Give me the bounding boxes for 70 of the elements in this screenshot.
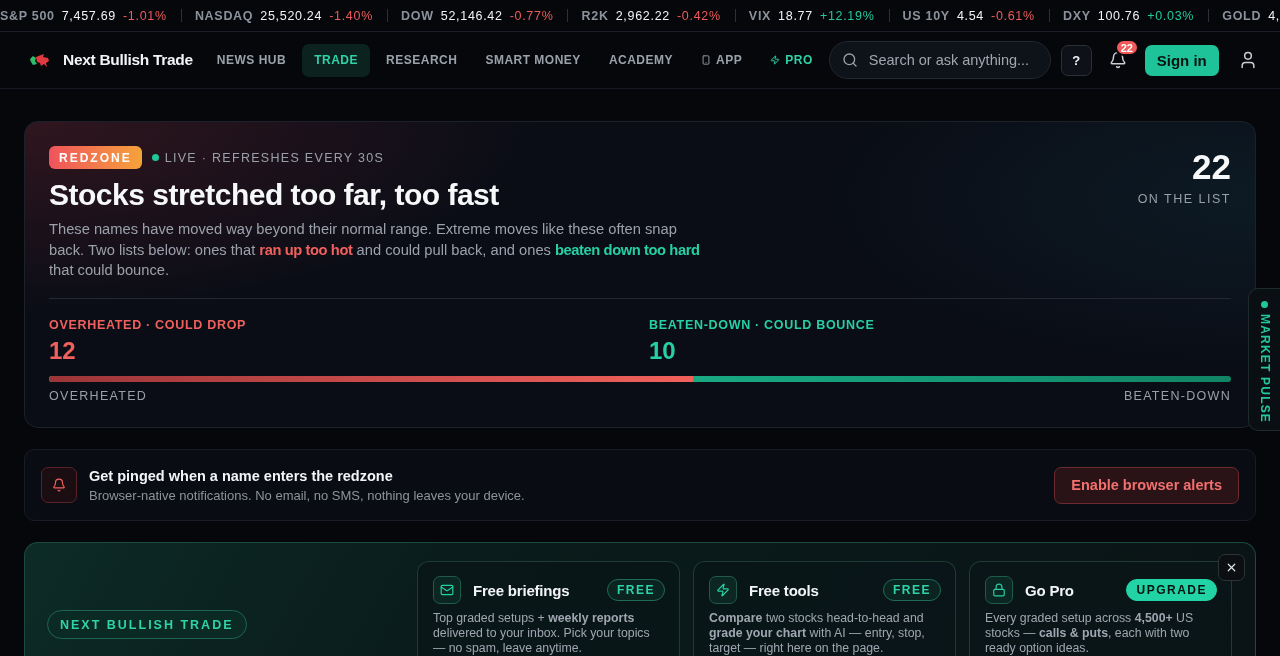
ticker-price: 100.76 [1097,8,1141,23]
alert-title: Get pinged when a name enters the redzone [89,467,394,484]
ticker-change: +12.19% [819,8,875,23]
list-count: 22 [1192,148,1231,186]
nav-link[interactable]: APP [689,43,755,77]
offer-title: Go Pro [1025,581,1074,599]
nav-link[interactable]: RESEARCH [374,43,470,77]
notifications-bell-icon[interactable] [1108,51,1127,69]
nav-link[interactable]: PRO [758,43,825,77]
search-icon [841,52,858,68]
ticker-price: 2,962.22 [615,8,670,23]
enable-alerts-button[interactable]: Enable browser alerts [1054,466,1239,504]
alert-subtitle: Browser-native notifications. No email, no SMS, nothing leaves your device. [89,487,525,503]
ticker-change: -1.01% [123,8,167,23]
ticker-change: +0.03% [1147,8,1195,23]
card-description: These names have moved way beyond their normal range. Extreme moves like these often snap back. Two lists below: ones that ran up too hot and could pull back, and ones beaten down too hard that could bounce. [49,220,701,280]
ticker-price: 4, [1268,8,1280,23]
market-pulse-tab[interactable]: MARKET PULSE [1248,288,1280,431]
bell-icon [41,467,77,503]
ticker-change: -0.77% [509,8,554,23]
ticker-price: 52,146.42 [440,8,503,23]
offer-badge: FREE [607,579,665,601]
ticker-symbol: NASDAQ [194,8,254,23]
close-button[interactable] [1218,554,1245,581]
ticker-price: 4.54 [956,8,984,23]
group-label: BEATEN-DOWN · COULD BOUNCE [649,317,875,332]
ticker-symbol: R2K [581,8,609,23]
ticker-price: 25,520.24 [260,8,323,23]
group-count: 10 [649,336,676,365]
list-count-label: ON THE LIST [1137,192,1231,206]
card-title: Stocks stretched too far, too fast [49,178,500,212]
offer-badge: FREE [883,579,941,601]
ticker-price: 7,457.69 [61,8,116,23]
status-dot-icon [1261,301,1268,308]
offer-title: Free briefings [473,581,570,599]
search-field[interactable]: Search or ask anything... [828,41,1051,79]
ticker-symbol: DXY [1062,8,1091,23]
redzone-badge: REDZONE [49,146,142,169]
brand-tag: NEXT BULLISH TRADE [47,610,247,639]
nav-link[interactable]: ACADEMY [596,43,686,77]
ticker-change: -1.40% [329,8,373,23]
ticker-symbol: VIX [748,8,772,23]
lightning-icon [770,55,781,65]
notification-count: 22 [1114,39,1139,56]
ticker-symbol: GOLD [1222,8,1262,23]
offer-badge: UPGRADE [1126,579,1217,601]
sign-in-button[interactable]: Sign in [1144,44,1219,76]
logo-icon [29,52,50,68]
help-button[interactable]: ? [1060,44,1092,76]
ticker-change: -0.42% [676,8,721,23]
nav-link[interactable]: TRADE [302,43,371,77]
brand-name[interactable]: Next Bullish Trade [63,51,193,69]
group-count: 12 [49,336,76,365]
offer-title: Free tools [749,581,819,599]
offer-description: Compare two stocks head-to-head and grade your chart with AI — entry, stop, target — right here on the page. [709,611,926,656]
ticker-change: -0.61% [991,8,1035,23]
nav-link[interactable]: SMART MONEY [473,43,593,77]
ticker-symbol: S&P 500 [0,8,55,23]
live-status: LIVE · REFRESHES EVERY 30S [164,150,385,165]
phone-icon [701,55,712,65]
offer-description: Every graded setup across 4,500+ US stocks — calls & puts, each with two ready option ideas. [985,611,1195,656]
bar-left-label: OVERHEATED [49,388,148,403]
offer-description: Top graded setups + weekly reports delivered to your inbox. Pick your topics — no spam, leave anytime. [433,611,651,656]
ticker-symbol: US 10Y [902,8,950,23]
group-label: OVERHEATED · COULD DROP [49,317,247,332]
nav-link[interactable]: NEWS HUB [204,43,299,77]
ticker-price: 18.77 [778,8,813,23]
close-icon [1225,561,1238,574]
ticker-symbol: DOW [401,8,434,23]
bar-right-label: BEATEN-DOWN [1123,388,1231,403]
